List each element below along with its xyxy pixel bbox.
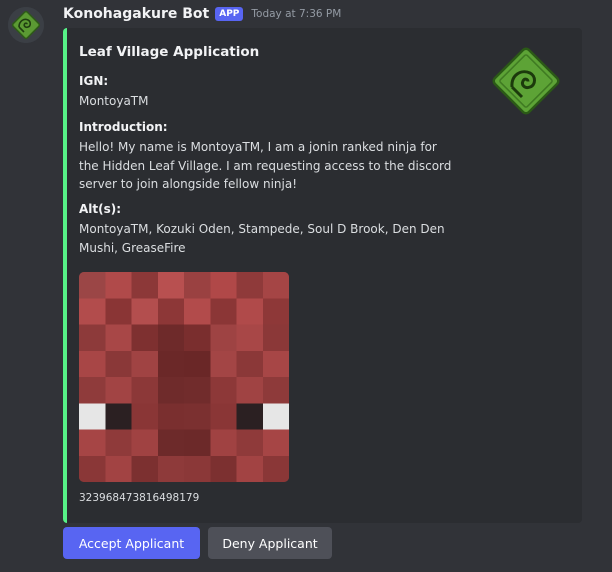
field-ign-value: MontoyaTM bbox=[79, 94, 149, 108]
field-alts-name: Alt(s): bbox=[79, 202, 122, 216]
leaf-emblem-icon bbox=[8, 7, 44, 43]
embed-footer-id: 323968473816498179 bbox=[79, 492, 200, 504]
accept-applicant-button[interactable]: Accept Applicant bbox=[63, 527, 200, 559]
deny-applicant-button[interactable]: Deny Applicant bbox=[208, 527, 332, 559]
field-introduction-value: Hello! My name is MontoyaTM, I am a joni… bbox=[79, 140, 452, 191]
minecraft-skin-face-image bbox=[79, 272, 289, 482]
embed-image[interactable] bbox=[79, 272, 289, 482]
field-introduction-name: Introduction: bbox=[79, 120, 168, 134]
app-badge: APP bbox=[215, 7, 244, 21]
bot-avatar[interactable] bbox=[8, 7, 44, 43]
embed-thumbnail[interactable] bbox=[490, 45, 562, 117]
message-header: Konohagakure Bot APP Today at 7:36 PM bbox=[63, 4, 341, 24]
field-alts-value: MontoyaTM, Kozuki Oden, Stampede, Soul D… bbox=[79, 222, 445, 255]
embed-title: Leaf Village Application bbox=[79, 44, 260, 60]
bot-username[interactable]: Konohagakure Bot bbox=[63, 6, 209, 22]
field-ign-name: IGN: bbox=[79, 74, 109, 88]
leaf-village-emblem-icon bbox=[492, 47, 560, 115]
message-timestamp: Today at 7:36 PM bbox=[251, 8, 342, 20]
application-embed: Leaf Village Application IGN: MontoyaTM … bbox=[63, 28, 582, 523]
